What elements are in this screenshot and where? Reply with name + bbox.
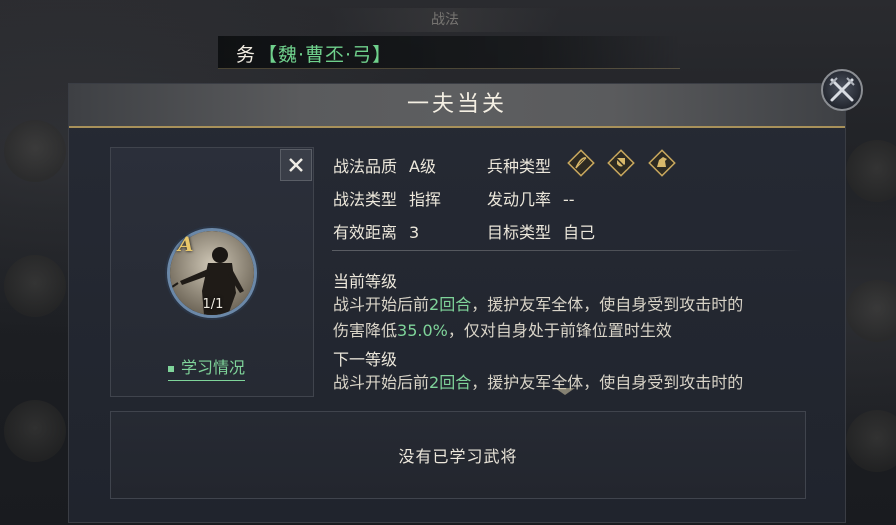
attr-troop-type-label: 兵种类型 <box>487 157 552 176</box>
attr-skill-type-value: 指挥 <box>409 190 442 209</box>
attributes-divider <box>332 250 804 251</box>
highlight-percent: 35.0% <box>397 321 448 340</box>
learn-status-label: 学习情况 <box>181 358 246 377</box>
background-general-avatar <box>4 255 66 317</box>
scroll-down-indicator-icon[interactable] <box>555 388 575 395</box>
crossed-swords-icon <box>829 77 855 102</box>
cavalry-troop-icon <box>648 149 676 177</box>
attr-skill-type-label: 战法类型 <box>333 190 398 209</box>
learned-generals-box: 没有已学习武将 <box>110 411 806 499</box>
general-name-bar: 务 【魏·曹丕·弓】 <box>218 36 680 69</box>
current-level-heading: 当前等级 <box>333 272 398 291</box>
text-segment: 战斗开始后前 <box>333 295 430 314</box>
attr-quality-label: 战法品质 <box>333 157 398 176</box>
attr-target-type-label: 目标类型 <box>487 223 552 242</box>
attr-trigger-rate: 发动几率 -- <box>487 186 575 210</box>
attr-range-label: 有效距离 <box>333 223 398 242</box>
bullet-icon <box>168 365 174 372</box>
attr-trigger-rate-value: -- <box>563 190 575 209</box>
skill-grade-badge: A <box>178 232 194 256</box>
skill-level-count: 1/1 <box>202 297 224 312</box>
attr-quality: 战法品质 A级 <box>333 153 436 177</box>
current-level-line-1: 战斗开始后前2回合，援护友军全体，使自身受到攻击时的 <box>333 292 803 318</box>
attr-trigger-rate-label: 发动几率 <box>487 190 552 209</box>
text-segment: ，援护友军全体，使自身受到攻击时的 <box>471 373 744 392</box>
attr-quality-value: A级 <box>409 157 436 176</box>
top-tab: 战法 <box>330 8 560 32</box>
no-generals-text: 没有已学习武将 <box>398 447 518 466</box>
attr-range: 有效距离 3 <box>333 219 419 243</box>
text-segment: 战斗开始后前 <box>333 373 430 392</box>
archer-troop-icon <box>567 149 595 177</box>
learn-status-link[interactable]: 学习情况 <box>168 354 246 381</box>
attr-target-type-value: 自己 <box>563 223 596 242</box>
remove-skill-button[interactable] <box>280 149 312 181</box>
panel-header: 一夫当关 <box>69 84 845 128</box>
attr-troop-type: 兵种类型 <box>487 153 551 177</box>
panel-title: 一夫当关 <box>406 92 507 117</box>
close-icon <box>289 158 303 172</box>
attr-range-value: 3 <box>409 223 420 242</box>
attr-target-type: 目标类型 自己 <box>487 219 595 243</box>
attr-skill-type: 战法类型 指挥 <box>333 186 441 210</box>
next-level-heading: 下一等级 <box>333 350 398 369</box>
shield-troop-icon <box>607 149 635 177</box>
text-segment: ，仅对自身处于前锋位置时生效 <box>447 321 672 340</box>
text-segment: 伤害降低 <box>333 321 398 340</box>
highlight-rounds: 2回合 <box>429 295 472 314</box>
top-tab-label: 战法 <box>431 12 459 28</box>
current-level-description: 战斗开始后前2回合，援护友军全体，使自身受到攻击时的 伤害降低35.0%，仅对自… <box>333 292 803 344</box>
general-prefix: 务 <box>236 44 256 66</box>
current-level-line-2: 伤害降低35.0%，仅对自身处于前锋位置时生效 <box>333 318 803 344</box>
background-general-avatar <box>4 400 66 462</box>
text-segment: ，援护友军全体，使自身受到攻击时的 <box>471 295 744 314</box>
general-name: 【魏·曹丕·弓】 <box>258 44 393 66</box>
highlight-rounds: 2回合 <box>429 373 472 392</box>
close-panel-button[interactable] <box>821 69 863 111</box>
background-general-avatar <box>4 120 66 182</box>
